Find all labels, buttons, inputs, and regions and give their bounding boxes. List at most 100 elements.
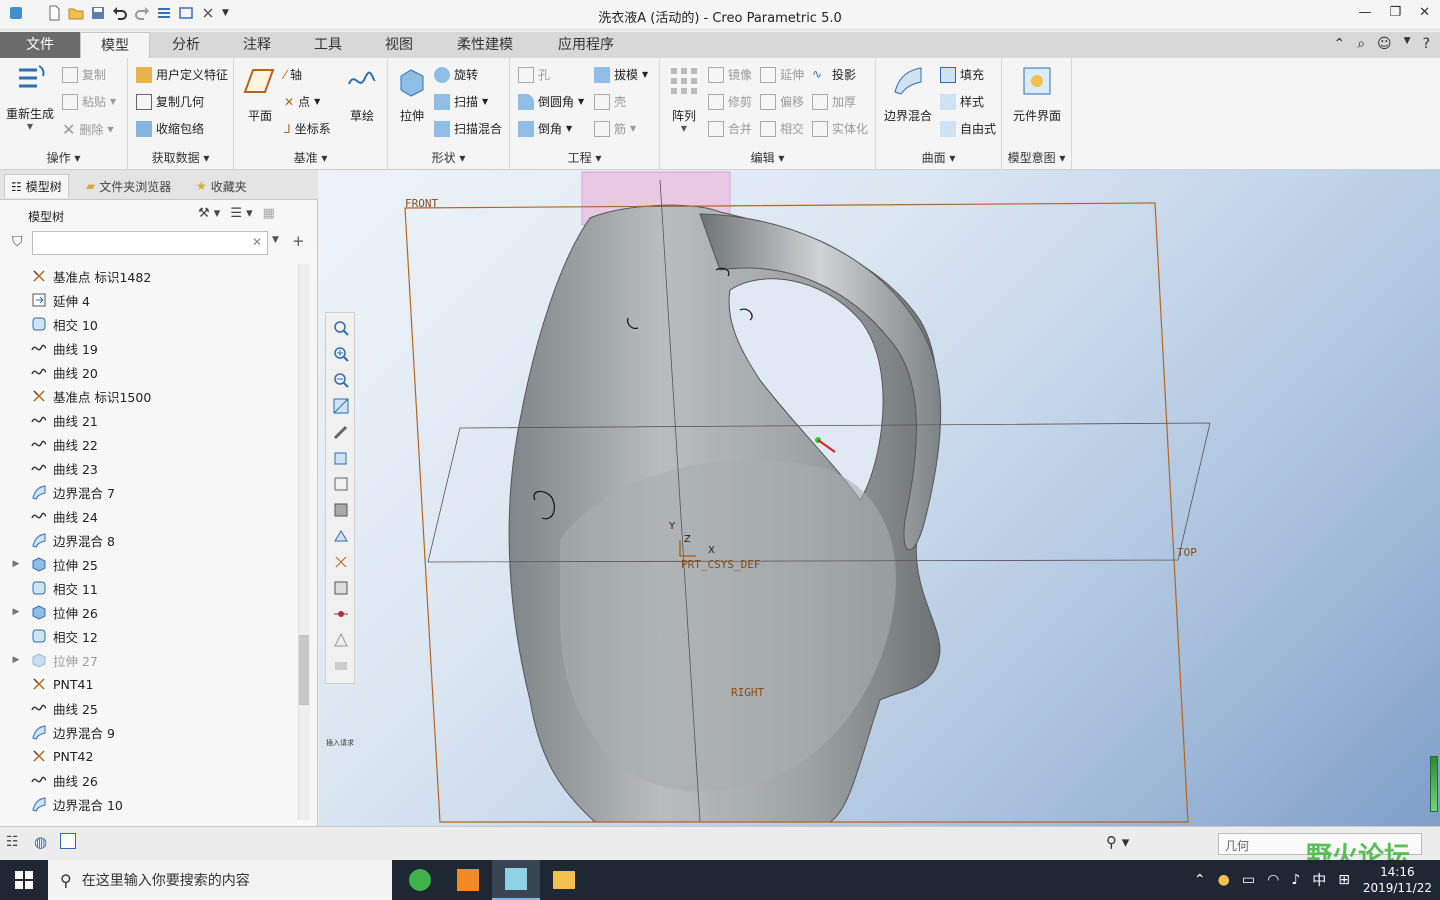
tab-model[interactable]: 模型 <box>80 32 150 58</box>
help-dropdown-icon[interactable]: ▼ <box>1404 36 1411 52</box>
zoom-out-icon[interactable] <box>332 371 350 389</box>
refit-icon[interactable] <box>332 319 350 337</box>
expand-arrow-icon[interactable]: ▶ <box>8 607 24 617</box>
tree-row[interactable]: ▶ 拉伸 25 <box>8 552 298 576</box>
ime-indicator[interactable]: 中 <box>1312 870 1326 890</box>
display-style-icon[interactable] <box>332 501 350 519</box>
find-icon[interactable]: ⚲ ▾ <box>1106 833 1129 851</box>
tree-row[interactable]: ▶ 拉伸 27 <box>8 648 298 672</box>
project-button[interactable]: ∿ 投影 <box>812 66 856 83</box>
group-label-model-intent[interactable]: 模型意图 ▾ <box>1002 149 1071 166</box>
show-navigator-icon[interactable]: ☷ <box>6 834 19 850</box>
taskbar-app-creo[interactable] <box>492 860 540 900</box>
show-browser-icon[interactable]: ◍ <box>34 833 47 851</box>
tab-tools[interactable]: 工具 <box>292 32 364 58</box>
system-clock[interactable]: 14:16 2019/11/22 <box>1363 864 1432 896</box>
plane-button[interactable]: 平面 <box>240 64 280 124</box>
start-button[interactable] <box>0 860 48 900</box>
shell-button[interactable]: 壳 <box>594 93 626 110</box>
component-interface-button[interactable]: 元件界面 <box>1006 64 1068 124</box>
minimize-button[interactable]: — <box>1358 5 1371 20</box>
extrude-button[interactable]: 拉伸 <box>392 64 432 124</box>
hole-button[interactable]: 孔 <box>518 66 550 83</box>
tree-row[interactable]: 曲线 25 <box>8 696 298 720</box>
taskbar-app-browser[interactable] <box>396 860 444 900</box>
group-label-engineering[interactable]: 工程 ▾ <box>510 149 659 166</box>
tree-settings-icon[interactable]: ⚒ ▾ <box>198 206 220 221</box>
keyboard-icon[interactable]: ⊞ <box>1338 872 1350 888</box>
solidify-button[interactable]: 实体化 <box>812 120 868 137</box>
restore-button[interactable]: ❐ <box>1389 5 1401 20</box>
tree-row[interactable]: 相交 10 <box>8 312 298 336</box>
taskbar-search-box[interactable]: ⚲ 在这里输入你要搜索的内容 <box>48 860 392 900</box>
tree-row[interactable]: 基准点 标识1500 <box>8 384 298 408</box>
csys-button[interactable]: ⅃ 坐标系 <box>284 120 331 137</box>
intersect-button[interactable]: 相交 <box>760 120 804 137</box>
tree-filter-input[interactable] <box>32 231 268 255</box>
reorient-icon[interactable] <box>332 423 350 441</box>
perspective-icon[interactable] <box>332 527 350 545</box>
paste-button[interactable]: 粘贴 ▼ <box>62 93 116 110</box>
tree-row[interactable]: 基准点 标识1482 <box>8 264 298 288</box>
add-filter-icon[interactable]: + <box>292 232 305 250</box>
regenerate-dropdown-icon[interactable]: ▼ <box>4 122 56 131</box>
tree-row[interactable]: PNT41 <box>8 672 298 696</box>
round-button[interactable]: 倒圆角 ▼ <box>518 93 584 110</box>
search-icon[interactable]: ⌕ <box>1357 36 1365 52</box>
taskbar-app-explorer[interactable] <box>540 860 588 900</box>
tree-row[interactable]: 相交 11 <box>8 576 298 600</box>
axis-button[interactable]: ⁄ 轴 <box>284 66 302 83</box>
tray-expand-icon[interactable]: ⌃ <box>1194 872 1206 888</box>
tree-row[interactable]: 曲线 26 <box>8 768 298 792</box>
trim-button[interactable]: 修剪 <box>708 93 752 110</box>
datum-display-icon[interactable] <box>332 553 350 571</box>
expand-arrow-icon[interactable]: ▶ <box>8 559 24 569</box>
taskbar-app-pdf[interactable] <box>444 860 492 900</box>
volume-icon[interactable]: ♪ <box>1291 872 1300 888</box>
expand-arrow-icon[interactable]: ▶ <box>8 655 24 665</box>
tree-row[interactable]: 曲线 23 <box>8 456 298 480</box>
boundary-blend-button[interactable]: 边界混合 <box>880 64 936 124</box>
help-icon[interactable]: ☺ <box>1377 36 1392 52</box>
collapse-ribbon-icon[interactable]: ⌃ <box>1333 36 1345 52</box>
full-screen-icon[interactable] <box>60 833 76 849</box>
tree-row[interactable]: 边界混合 9 <box>8 720 298 744</box>
help-question-icon[interactable]: ? <box>1423 36 1430 52</box>
view-manager-icon[interactable] <box>332 475 350 493</box>
tree-row[interactable]: 边界混合 8 <box>8 528 298 552</box>
point-button[interactable]: ✕ 点 ▼ <box>284 93 320 110</box>
annotation-display-icon[interactable] <box>332 579 350 597</box>
sweep-button[interactable]: 扫描 ▼ <box>434 93 488 110</box>
clear-filter-icon[interactable]: ✕ <box>252 235 262 249</box>
offset-button[interactable]: 偏移 <box>760 93 804 110</box>
group-label-datum[interactable]: 基准 ▾ <box>234 149 387 166</box>
tree-row[interactable]: ▶ 拉伸 26 <box>8 600 298 624</box>
tree-row[interactable]: 相交 12 <box>8 624 298 648</box>
network-icon[interactable]: ◠ <box>1267 872 1279 888</box>
tab-folder-browser[interactable]: ▰ 文件夹浏览器 <box>80 174 177 198</box>
revolve-button[interactable]: 旋转 <box>434 66 478 83</box>
tree-scrollbar[interactable] <box>298 264 310 820</box>
tab-flexible-modeling[interactable]: 柔性建模 <box>434 32 536 58</box>
mirror-button[interactable]: 镜像 <box>708 66 752 83</box>
draft-button[interactable]: 拔模 ▼ <box>594 66 648 83</box>
delete-button[interactable]: ✕ 删除 ▼ <box>62 120 114 139</box>
chamfer-button[interactable]: 倒角 ▼ <box>518 120 572 137</box>
rib-button[interactable]: 筋 ▼ <box>594 120 636 137</box>
tree-scrollbar-thumb[interactable] <box>299 635 309 705</box>
copy-button[interactable]: 复制 <box>62 66 106 83</box>
group-label-surfaces[interactable]: 曲面 ▾ <box>876 149 1001 166</box>
filter-dropdown-icon[interactable]: ▼ <box>272 235 279 245</box>
tree-row[interactable]: 曲线 24 <box>8 504 298 528</box>
spin-center-icon[interactable] <box>332 605 350 623</box>
shrinkwrap-button[interactable]: 收缩包络 <box>136 120 204 137</box>
sketch-button[interactable]: 草绘 <box>342 64 382 124</box>
thicken-button[interactable]: 加厚 <box>812 93 856 110</box>
zoom-in-icon[interactable] <box>332 345 350 363</box>
simulation-icon[interactable] <box>332 631 350 649</box>
tab-applications[interactable]: 应用程序 <box>536 32 636 58</box>
tab-file[interactable]: 文件 <box>0 32 80 58</box>
close-button[interactable]: ✕ <box>1419 5 1430 20</box>
tree-row[interactable]: 边界混合 10 <box>8 792 298 816</box>
swept-blend-button[interactable]: 扫描混合 <box>434 120 502 137</box>
